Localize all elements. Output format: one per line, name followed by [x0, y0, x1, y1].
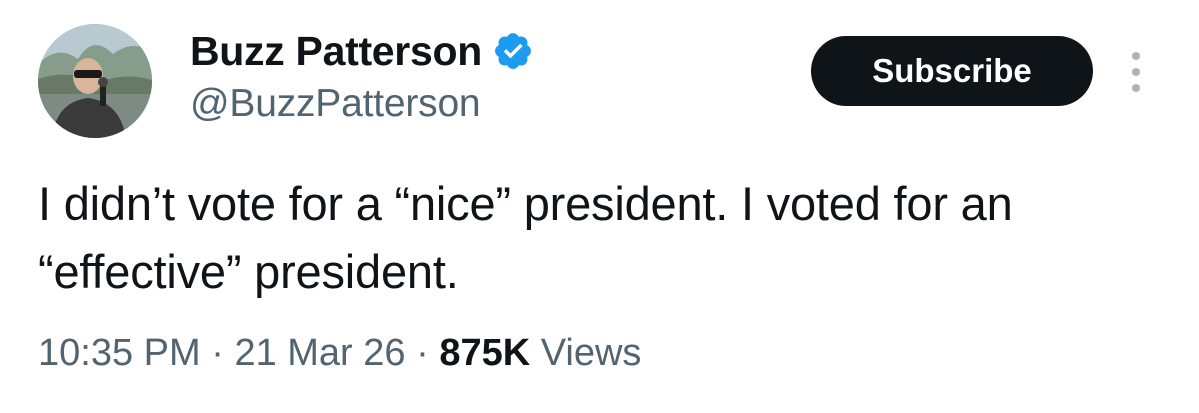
meta-separator-2: ·: [416, 332, 429, 374]
tweet-time[interactable]: 10:35 PM: [38, 332, 201, 374]
views-label: Views: [540, 332, 642, 374]
tweet-date[interactable]: 21 Mar 26: [234, 332, 405, 374]
author-handle[interactable]: @BuzzPatterson: [190, 82, 481, 126]
tweet-text: I didn’t vote for a “nice” president. I …: [38, 177, 1013, 298]
views-count: 875K: [439, 332, 531, 374]
avatar[interactable]: [38, 24, 152, 138]
subscribe-button[interactable]: Subscribe: [811, 36, 1093, 106]
verified-badge-icon: [492, 30, 534, 72]
display-name-row: Buzz Patterson: [190, 26, 534, 76]
display-name[interactable]: Buzz Patterson: [190, 28, 482, 75]
avatar-photo: [38, 24, 152, 138]
more-vertical-icon[interactable]: [1126, 48, 1146, 98]
tweet-card: Buzz Patterson @BuzzPatterson Subscribe …: [0, 0, 1199, 413]
tweet-meta: 10:35 PM · 21 Mar 26 · 875K Views: [38, 332, 641, 375]
meta-separator: ·: [211, 332, 224, 374]
